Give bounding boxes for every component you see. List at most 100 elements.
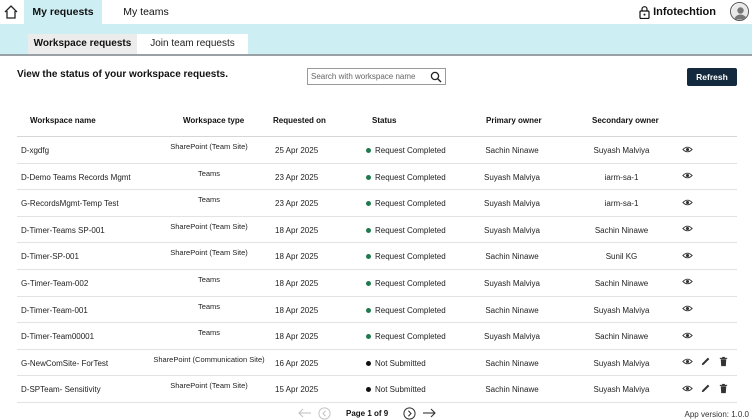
tab-join-team-requests[interactable]: Join team requests <box>137 34 248 54</box>
row-actions <box>681 170 693 182</box>
view-button[interactable] <box>681 249 693 261</box>
status-badge: Request Completed <box>366 173 446 182</box>
view-button[interactable] <box>681 329 693 341</box>
column-header-status: Status <box>372 116 397 125</box>
eye-icon <box>681 303 693 314</box>
workspace-type: SharePoint (Team Site) <box>170 142 248 151</box>
table-row: G-Timer-Team-002 Teams 18 Apr 2025 Request … <box>17 270 737 297</box>
view-button[interactable] <box>681 143 693 155</box>
eye-icon <box>681 223 693 234</box>
workspace-name: D-Demo Teams Records Mgmt <box>21 172 131 182</box>
arrow-right-circle-icon <box>403 406 416 420</box>
search-input[interactable] <box>311 70 429 83</box>
next-page-button[interactable] <box>402 406 417 420</box>
trash-icon <box>718 356 729 367</box>
status-dot <box>366 227 371 233</box>
status-dot <box>366 387 371 393</box>
status-badge: Request Completed <box>366 279 446 288</box>
row-actions <box>681 382 729 394</box>
table-body: D-xgdfg SharePoint (Team Site) 25 Apr 2025… <box>17 137 737 403</box>
requested-on: 18 Apr 2025 <box>275 252 319 262</box>
delete-button[interactable] <box>717 382 729 394</box>
status-badge: Not Submitted <box>366 385 426 394</box>
secondary-owner: Sachin Ninawe <box>594 332 649 342</box>
status-badge: Request Completed <box>366 306 446 315</box>
status-dot <box>366 201 371 207</box>
primary-owner: Suyash Malviya <box>483 199 541 209</box>
secondary-owner: Sachin Ninawe <box>594 278 649 288</box>
view-button[interactable] <box>681 303 693 315</box>
eye-icon <box>681 250 693 261</box>
tab-my-teams[interactable]: My teams <box>112 0 180 24</box>
app-version: App version: 1.0.0 <box>684 410 749 419</box>
delete-button[interactable] <box>717 356 729 368</box>
pencil-icon <box>700 356 711 367</box>
primary-owner: Sachin Ninawe <box>485 358 539 368</box>
column-header-primary-owner: Primary owner <box>486 116 542 125</box>
column-header-workspace-name: Workspace name <box>30 116 96 125</box>
view-button[interactable] <box>681 382 693 394</box>
brand-name: Infotechtion <box>653 6 716 18</box>
status-label: Request Completed <box>375 332 446 342</box>
status-label: Request Completed <box>375 278 446 288</box>
avatar[interactable] <box>730 2 749 21</box>
secondary-owner: Sunil KG <box>605 252 638 262</box>
search-box[interactable] <box>307 68 446 85</box>
last-page-button[interactable] <box>422 407 437 419</box>
requested-on: 18 Apr 2025 <box>275 278 319 288</box>
status-badge: Request Completed <box>366 252 446 261</box>
workspace-type: Teams <box>197 168 221 178</box>
pencil-icon <box>700 383 711 394</box>
status-label: Request Completed <box>375 146 446 155</box>
workspace-type: SharePoint (Team Site) <box>170 248 248 258</box>
prev-page-button[interactable] <box>317 406 332 420</box>
status-label: Request Completed <box>375 252 446 262</box>
requested-on: 18 Apr 2025 <box>275 332 319 342</box>
workspace-type: Teams <box>197 328 221 338</box>
tab-my-requests[interactable]: My requests <box>24 0 102 24</box>
primary-owner: Sachin Ninawe <box>485 146 539 155</box>
requested-on: 16 Apr 2025 <box>275 358 319 368</box>
page-indicator: Page 1 of 9 <box>346 408 389 418</box>
status-label: Request Completed <box>375 199 446 209</box>
workspace-name: G-NewComSite- ForTest <box>21 358 109 368</box>
row-actions <box>681 303 693 315</box>
status-dot <box>366 174 371 180</box>
status-dot <box>366 254 371 260</box>
refresh-button[interactable]: Refresh <box>687 68 737 86</box>
view-button[interactable] <box>681 356 693 368</box>
secondary-owner: Suyash Malviya <box>593 146 650 155</box>
status-dot <box>366 148 371 153</box>
first-page-button[interactable] <box>297 407 312 419</box>
primary-owner: Sachin Ninawe <box>485 252 539 262</box>
eye-icon <box>681 170 693 181</box>
workspace-name: D-Timer-SP-001 <box>21 252 79 262</box>
workspace-name: D-Timer-Teams SP-001 <box>21 225 105 235</box>
view-button[interactable] <box>681 196 693 208</box>
row-actions <box>681 356 729 368</box>
view-button[interactable] <box>681 170 693 182</box>
tab-workspace-requests[interactable]: Workspace requests <box>28 34 137 54</box>
edit-button[interactable] <box>699 356 711 368</box>
eye-icon <box>681 276 693 287</box>
search-icon[interactable] <box>430 71 442 83</box>
secondary-owner: Suyash Malviya <box>593 305 650 315</box>
home-button[interactable] <box>0 0 22 24</box>
secondary-owner: iarm-sa-1 <box>604 172 639 182</box>
eye-icon <box>681 383 693 394</box>
brand-logo: Infotechtion <box>639 4 716 20</box>
secondary-owner: iarm-sa-1 <box>604 199 639 209</box>
requests-table: Workspace name Workspace type Requested … <box>17 110 737 403</box>
view-button[interactable] <box>681 223 693 235</box>
secondary-owner: Sachin Ninawe <box>594 225 649 235</box>
eye-icon <box>681 356 693 367</box>
status-label: Not Submitted <box>375 358 426 368</box>
top-nav-bar: My requests My teams Infotechtion <box>0 0 752 24</box>
status-badge: Request Completed <box>366 199 446 208</box>
table-row: D-Timer-Teams SP-001 SharePoint (Team Sit… <box>17 217 737 244</box>
status-badge: Request Completed <box>366 226 446 235</box>
edit-button[interactable] <box>699 382 711 394</box>
view-button[interactable] <box>681 276 693 288</box>
status-badge: Request Completed <box>366 146 446 155</box>
table-row: D-SPTeam- Sensitivity SharePoint (Team Si… <box>17 376 737 403</box>
